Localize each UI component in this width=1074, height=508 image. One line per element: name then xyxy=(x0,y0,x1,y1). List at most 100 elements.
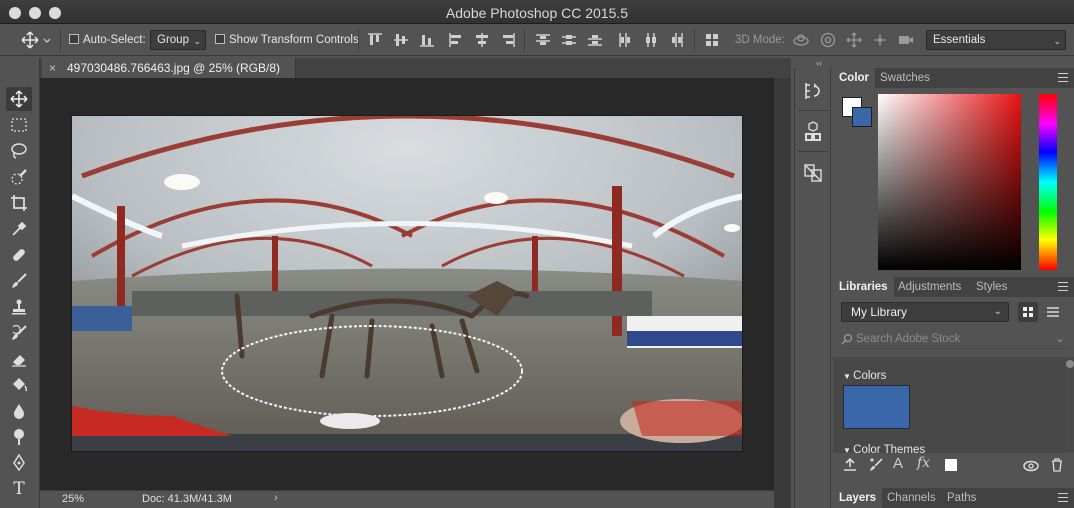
clone-stamp-tool[interactable] xyxy=(6,295,32,319)
align-horizontal-centers-icon[interactable] xyxy=(474,32,490,48)
move-tool-preset-icon[interactable] xyxy=(20,31,51,49)
show-transform-controls-checkbox[interactable]: Show Transform Controls xyxy=(215,32,359,49)
tab-paths[interactable]: Paths xyxy=(941,488,982,508)
canvas-vertical-scrollbar[interactable] xyxy=(774,78,791,508)
distribute-left-edges-icon[interactable] xyxy=(617,32,633,48)
brush-tool[interactable] xyxy=(6,269,32,293)
eyedropper-tool[interactable] xyxy=(6,217,32,241)
document-tab[interactable]: × 497030486.766463.jpg @ 25% (RGB/8) xyxy=(42,58,296,78)
list-view-button[interactable] xyxy=(1043,302,1063,322)
upload-icon[interactable] xyxy=(842,457,858,473)
auto-select-dropdown[interactable]: Group ⌄ xyxy=(150,30,206,50)
auto-select-value: Group xyxy=(157,34,189,46)
tab-adjustments[interactable]: Adjustments xyxy=(892,277,967,297)
collapse-panels-arrows[interactable]: ‹‹ xyxy=(816,58,822,68)
tab-styles[interactable]: Styles xyxy=(970,277,1013,297)
chevron-down-icon: ⌄ xyxy=(193,36,201,46)
3d-pan-icon[interactable] xyxy=(846,32,862,48)
3d-orbit-icon[interactable] xyxy=(793,32,809,48)
tab-swatches[interactable]: Swatches xyxy=(874,68,936,88)
add-fill-color-icon[interactable] xyxy=(943,457,959,473)
hue-slider[interactable] xyxy=(1039,94,1057,270)
zoom-level[interactable]: 25% xyxy=(62,493,84,505)
chevron-down-icon: ⌄ xyxy=(993,306,1002,317)
type-tool[interactable]: T xyxy=(6,477,32,501)
show-transform-label: Show Transform Controls xyxy=(229,34,359,46)
checkbox-box xyxy=(69,34,79,44)
collapsed-panel-dock xyxy=(794,68,831,508)
library-scrollbar[interactable] xyxy=(1066,357,1074,453)
3d-slide-icon[interactable] xyxy=(872,32,888,48)
library-selector[interactable]: My Library ⌄ xyxy=(841,302,1009,322)
blur-tool[interactable] xyxy=(6,399,32,423)
document-canvas-image[interactable] xyxy=(71,115,743,452)
close-icon[interactable]: × xyxy=(49,61,56,75)
align-right-edges-icon[interactable] xyxy=(500,32,516,48)
scroll-thumb[interactable] xyxy=(1066,360,1074,368)
auto-align-layers-icon[interactable] xyxy=(704,32,720,48)
distribute-top-edges-icon[interactable] xyxy=(535,32,551,48)
healing-brush-tool[interactable] xyxy=(6,243,32,267)
chevron-down-icon: ⌄ xyxy=(1053,36,1061,46)
pen-nib-icon xyxy=(13,454,25,472)
history-panel-icon[interactable] xyxy=(802,80,824,102)
lasso-tool[interactable] xyxy=(6,139,32,163)
panel-menu-icon[interactable] xyxy=(1058,493,1068,502)
options-bar: Auto-Select: Group ⌄ Show Transform Contr… xyxy=(0,24,1074,56)
library-content: ▼ Colors ▼ Color Themes xyxy=(833,357,1066,456)
eraser-tool[interactable] xyxy=(6,347,32,371)
align-vertical-centers-icon[interactable] xyxy=(393,32,409,48)
distribute-right-edges-icon[interactable] xyxy=(669,32,685,48)
colors-section-label: Colors xyxy=(853,370,887,382)
pen-tool[interactable] xyxy=(6,451,32,475)
paint-bucket-tool[interactable] xyxy=(6,373,32,397)
trash-icon[interactable] xyxy=(1049,457,1065,473)
history-brush-tool[interactable] xyxy=(6,321,32,345)
grid-view-button[interactable] xyxy=(1018,302,1038,322)
document-tab-title: 497030486.766463.jpg @ 25% (RGB/8) xyxy=(67,61,280,75)
options-separator xyxy=(524,30,525,50)
panorama-photo xyxy=(72,116,742,451)
properties-panel-icon[interactable] xyxy=(802,162,824,184)
status-menu-arrow[interactable]: › xyxy=(274,492,278,504)
colors-section-header[interactable]: ▼ Colors xyxy=(843,370,886,382)
auto-select-checkbox[interactable]: Auto-Select: xyxy=(69,32,146,49)
3d-roll-icon[interactable] xyxy=(820,32,836,48)
align-top-edges-icon[interactable] xyxy=(367,32,383,48)
3d-panel-icon[interactable] xyxy=(802,121,824,143)
background-color-swatch[interactable] xyxy=(852,107,872,127)
add-brush-icon[interactable] xyxy=(868,457,884,473)
align-bottom-edges-icon[interactable] xyxy=(419,32,435,48)
color-field[interactable] xyxy=(878,94,1021,270)
tab-libraries[interactable]: Libraries xyxy=(833,277,894,297)
add-character-style-icon[interactable]: A xyxy=(893,455,909,472)
align-left-edges-icon[interactable] xyxy=(448,32,464,48)
library-color-swatch[interactable] xyxy=(843,385,910,429)
3d-mode-label: 3D Mode: xyxy=(735,34,785,46)
panel-menu-icon[interactable] xyxy=(1058,282,1068,291)
dodge-tool[interactable] xyxy=(6,425,32,449)
search-icon xyxy=(841,333,853,345)
distribute-horizontal-centers-icon[interactable] xyxy=(643,32,659,48)
tab-layers[interactable]: Layers xyxy=(833,488,883,508)
marquee-tool[interactable] xyxy=(6,113,32,137)
chevron-down-icon[interactable]: ⌄ xyxy=(1055,331,1065,345)
color-panel: Color Swatches xyxy=(833,68,1074,276)
history-brush-icon xyxy=(12,324,27,340)
workspace-dropdown[interactable]: Essentials ⌄ xyxy=(926,30,1066,50)
creative-cloud-icon[interactable] xyxy=(1023,457,1039,473)
crop-tool[interactable] xyxy=(6,191,32,215)
workspace-value: Essentials xyxy=(933,34,986,46)
panel-menu-icon[interactable] xyxy=(1058,73,1068,82)
options-separator xyxy=(694,30,695,50)
distribute-vertical-centers-icon[interactable] xyxy=(561,32,577,48)
add-layer-style-icon[interactable]: fx xyxy=(917,455,933,471)
tab-color[interactable]: Color xyxy=(833,68,876,88)
adobe-stock-search[interactable]: Search Adobe Stock ⌄ xyxy=(841,331,1067,349)
move-tool[interactable] xyxy=(6,87,32,111)
quick-selection-tool[interactable] xyxy=(6,165,32,189)
distribute-bottom-edges-icon[interactable] xyxy=(587,32,603,48)
tab-channels[interactable]: Channels xyxy=(881,488,942,508)
search-placeholder: Search Adobe Stock xyxy=(856,333,961,345)
3d-camera-icon[interactable] xyxy=(898,32,914,48)
